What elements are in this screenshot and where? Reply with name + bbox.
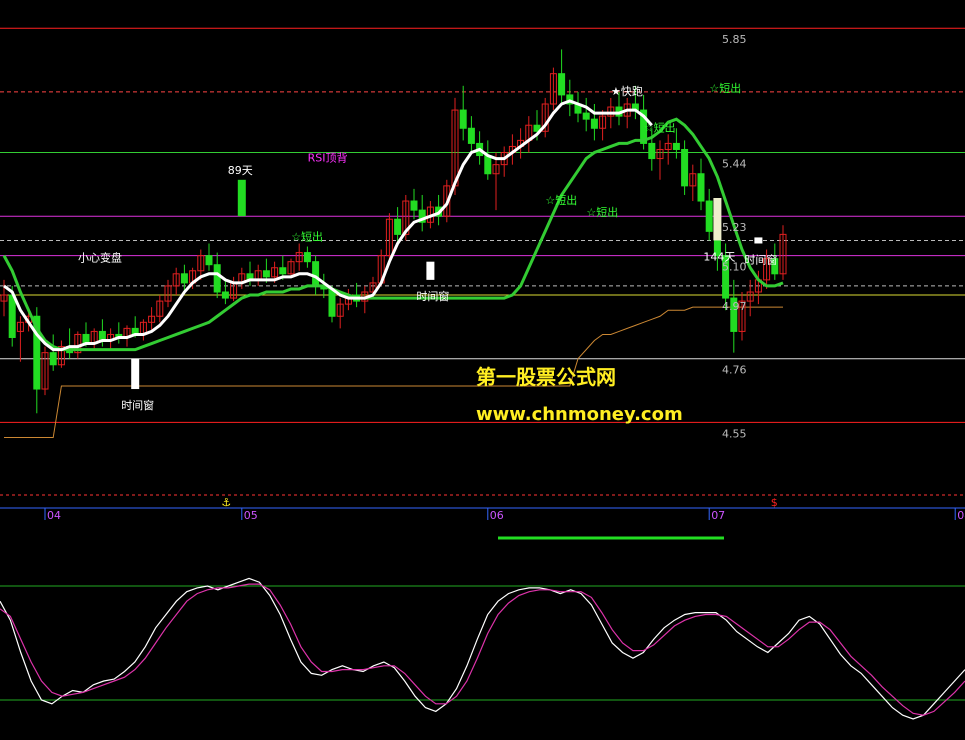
candle-body [180,273,188,284]
annotation-2: ☆短出 [291,229,323,243]
candle-body [49,352,57,366]
candle-body [8,294,16,338]
watermark-site-name: 第一股票公式网 [476,365,616,389]
candle-body [558,73,566,96]
signal-bar-0 [131,358,140,390]
signal-bar-label-1: 时间窗 [416,289,449,303]
candle-body [590,118,598,129]
candle-body [328,288,336,317]
candle-body [213,264,221,293]
candle-body [484,155,492,175]
annotation-0: 小心变盘 [78,251,122,265]
signal-bar-3 [713,198,722,241]
annotation-6: ☆短出 [709,81,741,95]
candle-body [205,255,213,266]
candle-body [410,200,418,211]
price-level-label-4: 4.97 [722,300,747,313]
candle-body [279,267,287,275]
signal-bar-4 [754,237,763,244]
watermark-site-url: www.chnmoney.com [476,404,683,425]
price-level-label-1: 5.44 [722,158,747,171]
time-tick-label-3: 07 [711,509,725,522]
candle-body [697,173,705,202]
price-level-label-2: 5.23 [722,221,747,234]
candle-body [262,270,270,278]
candle-body [672,142,680,150]
annotation-4: ☆短出 [586,205,618,219]
signal-bar-label-2: 89天 [228,164,253,177]
candle-body [705,200,713,232]
signal-bar-label-0: 时间窗 [121,398,154,412]
candle-body [681,148,689,187]
time-tick-label-4: 08 [957,509,965,522]
price-level-label-6: 4.55 [722,427,747,440]
time-tick-label-1: 05 [244,509,258,522]
top-marker-0: ⚓ [221,496,231,509]
annotation-5: ☆短出 [644,120,676,134]
candle-body [221,291,229,299]
candle-body [394,218,402,235]
price-level-label-5: 4.76 [722,364,747,377]
candle-body [582,112,590,120]
candle-body [459,109,467,129]
time-tick-label-2: 06 [490,509,504,522]
signal-bar-label-4: 时间窗 [744,252,777,266]
signal-bar-label-3: 144天 [703,250,735,263]
chart-canvas: 5.855.445.235.104.974.764.55 时间窗时间窗89天14… [0,0,965,740]
annotation-3: ☆短出 [545,193,577,207]
annotation-7: ★快跑 [611,84,643,98]
annotation-1: RSI顶背 [308,151,348,165]
signal-bar-1 [426,261,435,280]
top-marker-1: $ [771,496,778,509]
price-level-label-0: 5.85 [722,33,747,46]
candle-body [467,127,475,144]
candle-body [303,252,311,263]
candle-body [648,142,656,160]
candle-body [312,261,320,287]
time-tick-label-0: 04 [47,509,61,522]
signal-bar-2 [237,179,246,217]
